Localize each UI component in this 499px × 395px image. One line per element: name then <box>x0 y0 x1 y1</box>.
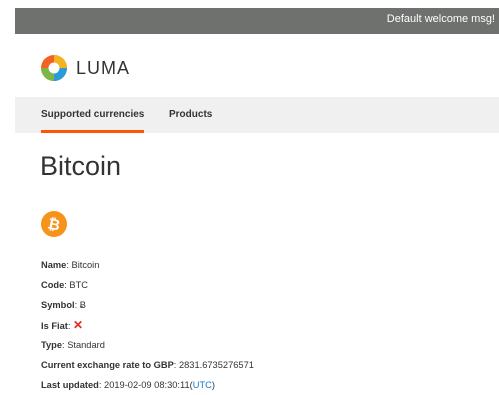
updated-label: Last updated <box>41 380 99 390</box>
bitcoin-icon: ₿ <box>41 211 67 237</box>
updated-value: 2019-02-09 08:30:11 <box>104 380 190 390</box>
symbol-label: Symbol <box>41 300 75 310</box>
luma-logo[interactable]: LUMA <box>40 54 130 82</box>
nav-item-supported-currencies[interactable]: Supported currencies <box>41 97 145 133</box>
main-navigation: Supported currencies Products <box>15 97 499 133</box>
welcome-message: Default welcome msg! <box>386 13 495 25</box>
type-label: Type <box>41 340 63 350</box>
top-bar: Default welcome msg! <box>15 8 499 34</box>
detail-is-fiat: Is Fiat: ✕ <box>41 318 84 332</box>
detail-last-updated: Last updated: 2019-02-09 08:30:11(UTC) <box>41 380 215 390</box>
currency-details: Name: Bitcoin Code: BTC Symbol: Ƀ Is Fia… <box>41 255 254 395</box>
luma-logo-icon <box>41 55 67 81</box>
code-value: BTC <box>69 280 89 290</box>
rate-label: Current exchange rate to GBP <box>41 360 174 370</box>
logo-text: LUMA <box>76 57 131 78</box>
detail-type: Type: Standard <box>41 340 105 350</box>
page-title: Bitcoin <box>40 151 122 181</box>
detail-name: Name: Bitcoin <box>41 260 100 270</box>
timezone-link[interactable]: UTC <box>193 380 212 390</box>
detail-exchange-rate: Current exchange rate to GBP: 2831.67352… <box>41 360 254 370</box>
cross-icon: ✕ <box>73 318 84 332</box>
detail-code: Code: BTC <box>41 280 89 290</box>
name-label: Name <box>41 260 67 270</box>
nav-item-products[interactable]: Products <box>169 97 212 133</box>
code-label: Code <box>41 280 65 290</box>
type-value: Standard <box>67 340 105 350</box>
is-fiat-label: Is Fiat <box>41 321 68 331</box>
rate-value: 2831.6735276571 <box>178 360 254 370</box>
detail-symbol: Symbol: Ƀ <box>41 300 86 310</box>
symbol-value: Ƀ <box>79 300 86 310</box>
name-value: Bitcoin <box>71 260 100 270</box>
